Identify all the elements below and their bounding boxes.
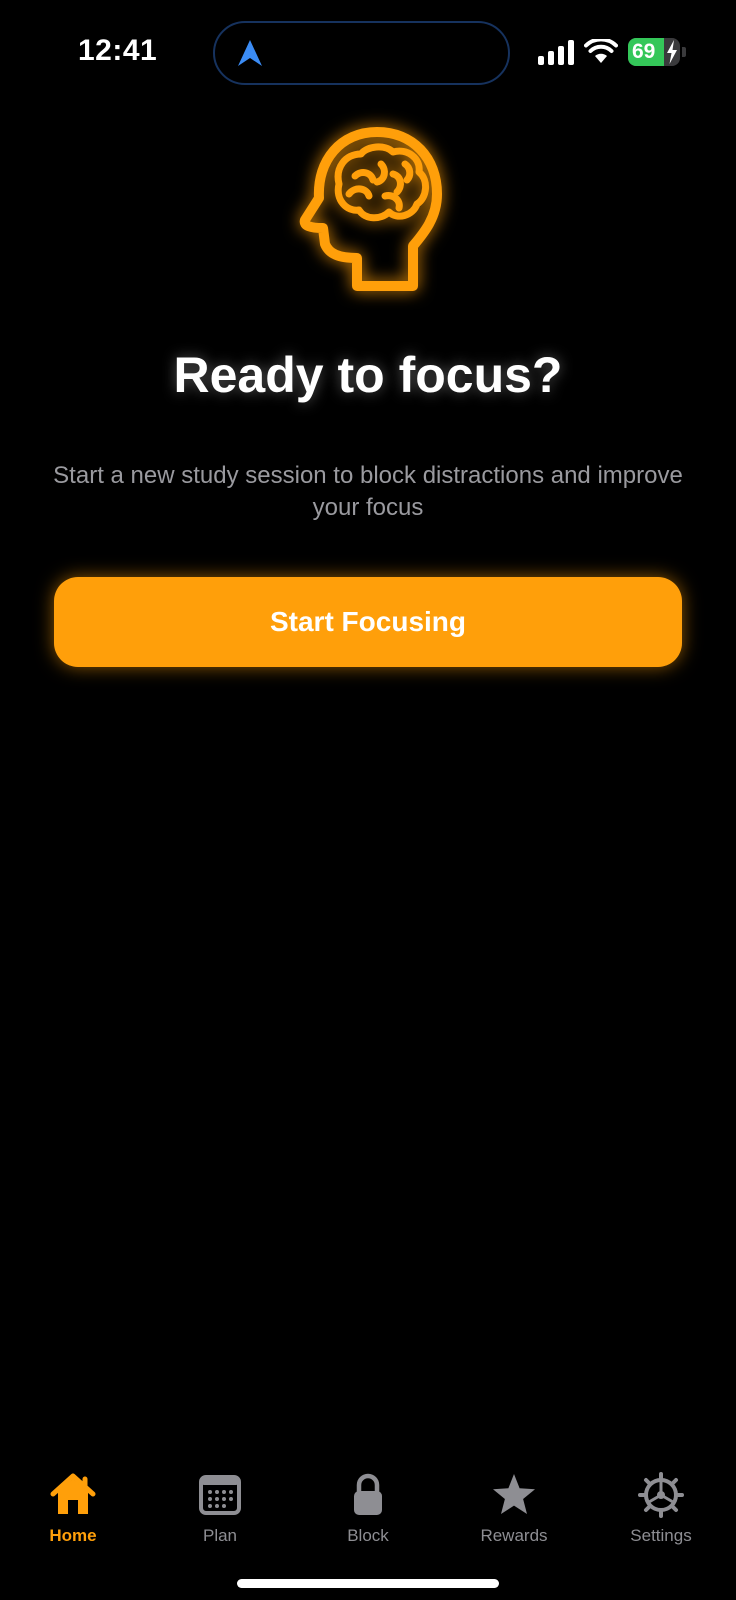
calendar-icon xyxy=(199,1475,241,1515)
house-icon xyxy=(50,1473,96,1514)
battery-icon: 69 xyxy=(628,38,680,66)
star-icon xyxy=(493,1474,535,1514)
home-indicator[interactable] xyxy=(237,1579,499,1588)
start-focusing-button[interactable]: Start Focusing xyxy=(54,577,682,667)
tab-rewards[interactable]: Rewards xyxy=(444,1460,584,1560)
battery-cap xyxy=(682,47,686,57)
tab-plan-label: Plan xyxy=(202,1526,238,1545)
tab-block-label: Block xyxy=(347,1526,389,1545)
tab-home-label: Home xyxy=(49,1526,97,1545)
charging-bolt-icon xyxy=(667,40,677,64)
page-title: Ready to focus? xyxy=(173,347,563,403)
tab-settings-label: Settings xyxy=(630,1526,692,1545)
page-subtitle: Start a new study session to block distr… xyxy=(53,462,683,521)
status-time: 12:41 xyxy=(78,34,158,67)
tab-bar: Home Plan Block Rewards Settings xyxy=(0,1460,736,1560)
tab-plan[interactable]: Plan xyxy=(150,1460,290,1560)
battery-level: 69 xyxy=(632,40,656,63)
lock-icon xyxy=(354,1473,382,1515)
tab-settings[interactable]: Settings xyxy=(591,1460,731,1560)
dynamic-island[interactable] xyxy=(213,21,510,85)
brain-head-icon xyxy=(299,127,442,291)
status-indicators: 69 xyxy=(538,38,686,66)
cellular-signal-icon xyxy=(538,39,574,65)
tab-home[interactable]: Home xyxy=(3,1460,143,1560)
location-arrow-icon xyxy=(238,40,262,66)
tab-rewards-label: Rewards xyxy=(480,1526,548,1545)
tab-block[interactable]: Block xyxy=(298,1460,438,1560)
gear-icon xyxy=(638,1472,684,1518)
wifi-icon xyxy=(584,39,618,63)
